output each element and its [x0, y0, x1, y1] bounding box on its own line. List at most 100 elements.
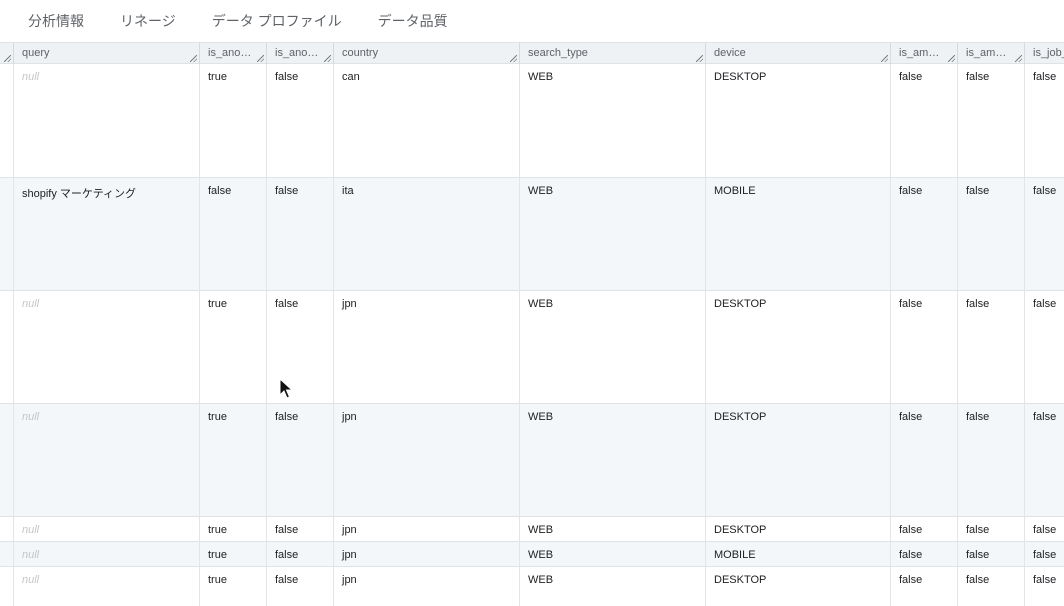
table-cell-query[interactable]: null	[14, 64, 200, 177]
table-cell-search-type[interactable]: WEB	[520, 291, 706, 403]
table-row[interactable]: null true false jpn WEB DESKTOP false false fals…	[0, 291, 1064, 404]
row-number-cell[interactable]	[0, 542, 14, 566]
table-row[interactable]: null true false jpn WEB DESKTOP false false fals…	[0, 517, 1064, 542]
row-number-cell[interactable]	[0, 178, 14, 290]
table-cell-is-job[interactable]: false	[1025, 567, 1064, 606]
column-header-is-anon1[interactable]: is_anon...	[200, 43, 267, 64]
table-row[interactable]: null true false can WEB DESKTOP false false fals…	[0, 64, 1064, 178]
table-cell-is-amp2[interactable]: false	[958, 178, 1025, 290]
table-cell-is-amp1[interactable]: false	[891, 64, 958, 177]
table-cell-is-amp2[interactable]: false	[958, 64, 1025, 177]
table-cell-country[interactable]: jpn	[334, 404, 520, 516]
table-cell-search-type[interactable]: WEB	[520, 517, 706, 541]
table-cell-device[interactable]: MOBILE	[706, 542, 891, 566]
table-cell-country[interactable]: jpn	[334, 542, 520, 566]
table-cell-is-anon2[interactable]: false	[267, 517, 334, 541]
table-cell-is-anon1[interactable]: true	[200, 64, 267, 177]
column-resize-handle-icon[interactable]	[881, 55, 888, 62]
column-resize-handle-icon[interactable]	[1015, 55, 1022, 62]
column-header-device[interactable]: device	[706, 43, 891, 64]
table-cell-is-anon2[interactable]: false	[267, 291, 334, 403]
table-cell-is-amp2[interactable]: false	[958, 517, 1025, 541]
column-resize-handle-icon[interactable]	[948, 55, 955, 62]
table-cell-is-anon1[interactable]: true	[200, 517, 267, 541]
tab-data-quality[interactable]: データ品質	[360, 11, 466, 31]
tab-data-profile[interactable]: データ プロファイル	[194, 11, 360, 31]
column-resize-handle-icon[interactable]	[4, 55, 11, 62]
table-cell-is-anon2[interactable]: false	[267, 542, 334, 566]
table-cell-query[interactable]: null	[14, 567, 200, 606]
table-cell-country[interactable]: jpn	[334, 567, 520, 606]
table-cell-is-anon2[interactable]: false	[267, 567, 334, 606]
column-header-is-amp1[interactable]: is_amp_...	[891, 43, 958, 64]
table-row[interactable]: shopify マーケティング false false ita WEB MOBILE fal…	[0, 178, 1064, 291]
column-resize-handle-icon[interactable]	[190, 55, 197, 62]
table-cell-query[interactable]: null	[14, 404, 200, 516]
table-row[interactable]: null true false jpn WEB DESKTOP false false fals…	[0, 567, 1064, 606]
table-cell-is-anon1[interactable]: true	[200, 542, 267, 566]
table-cell-is-anon1[interactable]: true	[200, 291, 267, 403]
table-cell-device[interactable]: DESKTOP	[706, 567, 891, 606]
table-cell-country[interactable]: can	[334, 64, 520, 177]
table-cell-is-amp2[interactable]: false	[958, 567, 1025, 606]
table-cell-is-job[interactable]: false	[1025, 517, 1064, 541]
table-cell-is-amp1[interactable]: false	[891, 517, 958, 541]
table-cell-is-amp2[interactable]: false	[958, 542, 1025, 566]
column-resize-handle-icon[interactable]	[510, 55, 517, 62]
table-cell-is-amp1[interactable]: false	[891, 542, 958, 566]
tab-lineage[interactable]: リネージ	[102, 11, 194, 31]
table-cell-query[interactable]: null	[14, 542, 200, 566]
column-header-query[interactable]: query	[14, 43, 200, 64]
column-header-search-type[interactable]: search_type	[520, 43, 706, 64]
table-cell-search-type[interactable]: WEB	[520, 404, 706, 516]
column-header-is-anon2[interactable]: is_anon...	[267, 43, 334, 64]
table-cell-is-anon2[interactable]: false	[267, 64, 334, 177]
column-resize-handle-icon[interactable]	[324, 55, 331, 62]
table-cell-is-job[interactable]: false	[1025, 291, 1064, 403]
table-cell-country[interactable]: ita	[334, 178, 520, 290]
table-cell-search-type[interactable]: WEB	[520, 64, 706, 177]
tab-insights[interactable]: 分析情報	[0, 11, 102, 31]
table-cell-is-job[interactable]: false	[1025, 178, 1064, 290]
table-cell-search-type[interactable]: WEB	[520, 567, 706, 606]
table-cell-is-amp1[interactable]: false	[891, 178, 958, 290]
table-cell-is-amp1[interactable]: false	[891, 404, 958, 516]
table-cell-search-type[interactable]: WEB	[520, 542, 706, 566]
table-cell-is-amp2[interactable]: false	[958, 291, 1025, 403]
row-number-cell[interactable]	[0, 567, 14, 606]
table-cell-query[interactable]: null	[14, 517, 200, 541]
table-cell-is-amp1[interactable]: false	[891, 567, 958, 606]
row-number-cell[interactable]	[0, 404, 14, 516]
table-cell-is-amp1[interactable]: false	[891, 291, 958, 403]
row-number-cell[interactable]	[0, 64, 14, 177]
table-cell-device[interactable]: DESKTOP	[706, 291, 891, 403]
table-cell-is-job[interactable]: false	[1025, 404, 1064, 516]
table-cell-is-anon1[interactable]: false	[200, 178, 267, 290]
table-cell-is-anon1[interactable]: true	[200, 404, 267, 516]
table-cell-device[interactable]: DESKTOP	[706, 404, 891, 516]
row-number-cell[interactable]	[0, 517, 14, 541]
table-cell-is-anon2[interactable]: false	[267, 178, 334, 290]
column-header-is-job[interactable]: is_job_	[1025, 43, 1064, 64]
table-cell-device[interactable]: MOBILE	[706, 178, 891, 290]
table-row[interactable]: null true false jpn WEB DESKTOP false false fals…	[0, 404, 1064, 517]
table-cell-is-job[interactable]: false	[1025, 542, 1064, 566]
table-cell-query[interactable]: shopify マーケティング	[14, 178, 200, 290]
table-cell-device[interactable]: DESKTOP	[706, 517, 891, 541]
table-cell-is-job[interactable]: false	[1025, 64, 1064, 177]
table-row[interactable]: null true false jpn WEB MOBILE false false false	[0, 542, 1064, 567]
table-cell-country[interactable]: jpn	[334, 517, 520, 541]
table-cell-query[interactable]: null	[14, 291, 200, 403]
table-cell-is-amp2[interactable]: false	[958, 404, 1025, 516]
row-number-cell[interactable]	[0, 291, 14, 403]
table-cell-device[interactable]: DESKTOP	[706, 64, 891, 177]
column-header-is-amp2[interactable]: is_amp_...	[958, 43, 1025, 64]
column-resize-handle-icon[interactable]	[696, 55, 703, 62]
table-cell-search-type[interactable]: WEB	[520, 178, 706, 290]
column-header-row-number[interactable]	[0, 43, 14, 64]
column-header-country[interactable]: country	[334, 43, 520, 64]
column-resize-handle-icon[interactable]	[257, 55, 264, 62]
table-cell-is-anon1[interactable]: true	[200, 567, 267, 606]
table-cell-is-anon2[interactable]: false	[267, 404, 334, 516]
table-cell-country[interactable]: jpn	[334, 291, 520, 403]
